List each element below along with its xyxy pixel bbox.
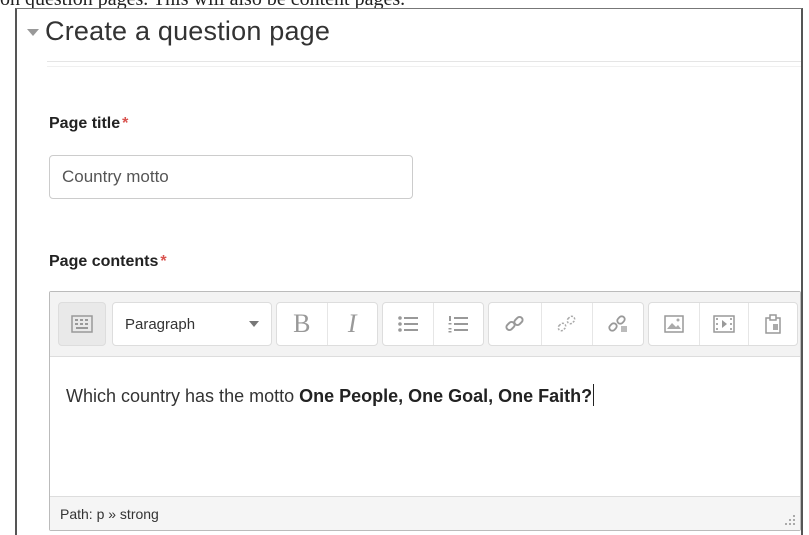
toolbar-toggle-group: [58, 302, 106, 346]
section-header[interactable]: Create a question page: [27, 11, 330, 51]
required-asterisk: *: [160, 253, 167, 270]
text-cursor: [593, 384, 595, 406]
media-group: [648, 302, 798, 346]
format-select[interactable]: Paragraph: [112, 302, 272, 346]
page-title-label: Page title *: [49, 115, 128, 133]
format-select-value: Paragraph: [125, 315, 196, 333]
text-style-group: B I: [276, 302, 378, 346]
section-title: Create a question page: [45, 15, 331, 46]
collapse-caret-icon[interactable]: [27, 28, 39, 36]
editor-content[interactable]: Which country has the motto One People, …: [66, 384, 595, 407]
nolink-icon[interactable]: [592, 303, 643, 345]
content-plain-text: Which country has the motto: [66, 386, 300, 406]
page-title-label-text: Page title: [49, 115, 121, 132]
chevron-down-icon: [249, 321, 259, 327]
page-contents-label: Page contents *: [49, 253, 167, 271]
page-title-input[interactable]: [49, 155, 413, 199]
element-path[interactable]: Path: p » strong: [60, 506, 159, 522]
divider: [47, 61, 801, 62]
required-asterisk: *: [122, 115, 129, 132]
content-bold-text: One People, One Goal, One Faith?: [299, 386, 593, 406]
link-group: [488, 302, 644, 346]
unlink-icon[interactable]: [540, 303, 593, 345]
keyboard-toggle-icon[interactable]: [59, 303, 105, 345]
list-group: [382, 302, 484, 346]
bold-button[interactable]: B: [277, 303, 327, 345]
image-icon[interactable]: [649, 303, 699, 345]
manage-files-icon[interactable]: [748, 303, 797, 345]
link-icon[interactable]: [489, 303, 541, 345]
italic-button[interactable]: I: [326, 303, 378, 345]
question-page-form: Create a question page Page title* Page …: [15, 8, 803, 535]
unordered-list-icon[interactable]: [383, 303, 433, 345]
rich-text-editor: Paragraph B I Which country has the mott…: [49, 291, 801, 531]
page-contents-label-text: Page contents: [49, 253, 159, 270]
ordered-list-icon[interactable]: [432, 303, 484, 345]
resize-grip-icon[interactable]: [784, 514, 796, 526]
editor-statusbar: Path: p » strong: [50, 496, 800, 530]
divider: [47, 66, 801, 67]
media-icon[interactable]: [698, 303, 749, 345]
editor-toolbar: Paragraph B I: [50, 292, 800, 357]
